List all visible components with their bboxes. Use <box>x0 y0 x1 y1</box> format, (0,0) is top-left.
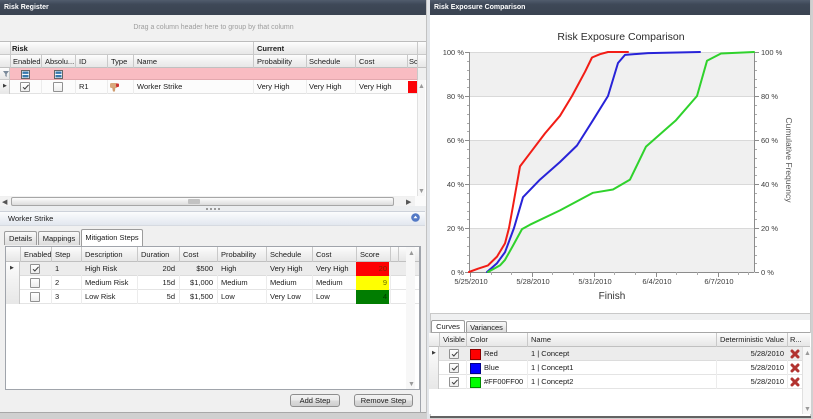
svg-text:80 %: 80 % <box>447 92 464 101</box>
svg-text:5/25/2010: 5/25/2010 <box>454 277 487 286</box>
svg-text:0 %: 0 % <box>451 268 464 277</box>
svg-text:6/7/2010: 6/7/2010 <box>704 277 733 286</box>
svg-text:100 %: 100 % <box>443 48 465 57</box>
svg-text:20 %: 20 % <box>447 224 464 233</box>
svg-text:Finish: Finish <box>599 291 626 302</box>
svg-text:Risk Exposure Comparison: Risk Exposure Comparison <box>557 31 684 43</box>
svg-text:6/4/2010: 6/4/2010 <box>642 277 671 286</box>
svg-text:60 %: 60 % <box>447 136 464 145</box>
svg-text:5/31/2010: 5/31/2010 <box>578 277 611 286</box>
svg-text:0 %: 0 % <box>761 268 774 277</box>
svg-text:100 %: 100 % <box>761 48 783 57</box>
svg-text:40 %: 40 % <box>447 180 464 189</box>
svg-text:80 %: 80 % <box>761 92 778 101</box>
svg-text:20 %: 20 % <box>761 224 778 233</box>
svg-text:5/28/2010: 5/28/2010 <box>516 277 549 286</box>
svg-text:40 %: 40 % <box>761 180 778 189</box>
svg-text:60 %: 60 % <box>761 136 778 145</box>
svg-text:Cumulative Frequency: Cumulative Frequency <box>784 117 794 203</box>
